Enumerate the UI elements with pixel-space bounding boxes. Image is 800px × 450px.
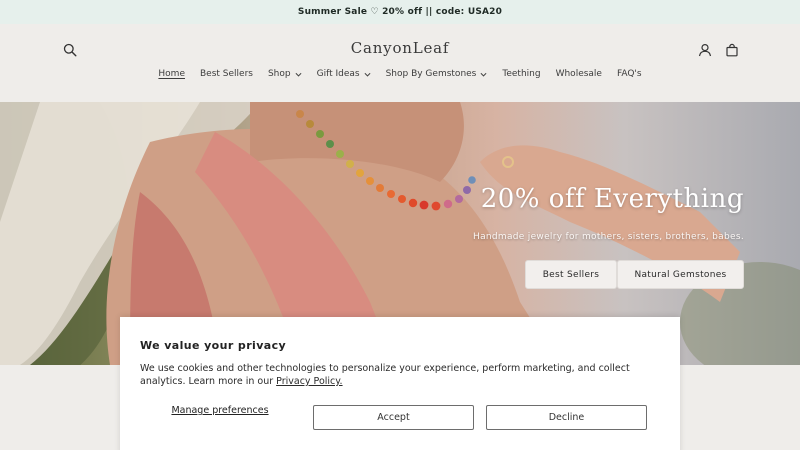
hero-title: 20% off Everything (480, 184, 744, 214)
best-sellers-button[interactable]: Best Sellers (525, 260, 617, 289)
nav-shop-by-gemstones[interactable]: Shop By Gemstones (386, 69, 488, 79)
nav-faqs[interactable]: FAQ's (617, 69, 642, 79)
announcement-bar: Summer Sale ♡ 20% off || code: USA20 (0, 0, 800, 24)
chevron-down-icon (480, 72, 487, 77)
nav-label: FAQ's (616, 69, 642, 79)
cart-icon[interactable] (721, 39, 743, 61)
account-icon[interactable] (694, 39, 716, 61)
cookie-actions: Manage preferences Accept Decline (140, 405, 648, 430)
decline-button[interactable]: Decline (486, 405, 647, 430)
natural-gemstones-button[interactable]: Natural Gemstones (617, 260, 744, 289)
nav-home[interactable]: Home (158, 69, 185, 79)
manage-preferences-link[interactable]: Manage preferences (140, 405, 300, 416)
nav-wholesale[interactable]: Wholesale (556, 69, 602, 79)
nav-label: Best Sellers (199, 69, 253, 79)
nav-label: Teething (502, 69, 541, 79)
nav-label: Gift Ideas (316, 69, 360, 79)
nav-shop[interactable]: Shop (268, 69, 302, 79)
nav-label: Shop (267, 69, 291, 79)
accept-button[interactable]: Accept (313, 405, 474, 430)
nav-teething[interactable]: Teething (502, 69, 540, 79)
nav-best-sellers[interactable]: Best Sellers (200, 69, 253, 79)
privacy-policy-link[interactable]: Privacy Policy. (276, 376, 342, 387)
nav-gift-ideas[interactable]: Gift Ideas (317, 69, 371, 79)
main-nav: Home Best Sellers Shop Gift Ideas Shop B… (0, 69, 800, 79)
cookie-body-text: We use cookies and other technologies to… (140, 363, 630, 387)
nav-label: Wholesale (555, 69, 602, 79)
nav-label: Shop By Gemstones (385, 69, 477, 79)
chevron-down-icon (295, 72, 302, 77)
chevron-down-icon (364, 72, 371, 77)
cookie-consent-dialog: We value your privacy We use cookies and… (120, 317, 680, 450)
site-header: CanyonLeaf Home Best Sellers Shop Gift I… (0, 24, 800, 102)
nav-label: Home (158, 69, 185, 79)
brand-logo[interactable]: CanyonLeaf (0, 39, 800, 57)
cookie-text: We use cookies and other technologies to… (140, 362, 660, 388)
cookie-title: We value your privacy (140, 339, 287, 352)
announcement-text: Summer Sale ♡ 20% off || code: USA20 (297, 7, 503, 17)
hero-subtitle: Handmade jewelry for mothers, sisters, b… (473, 232, 744, 242)
